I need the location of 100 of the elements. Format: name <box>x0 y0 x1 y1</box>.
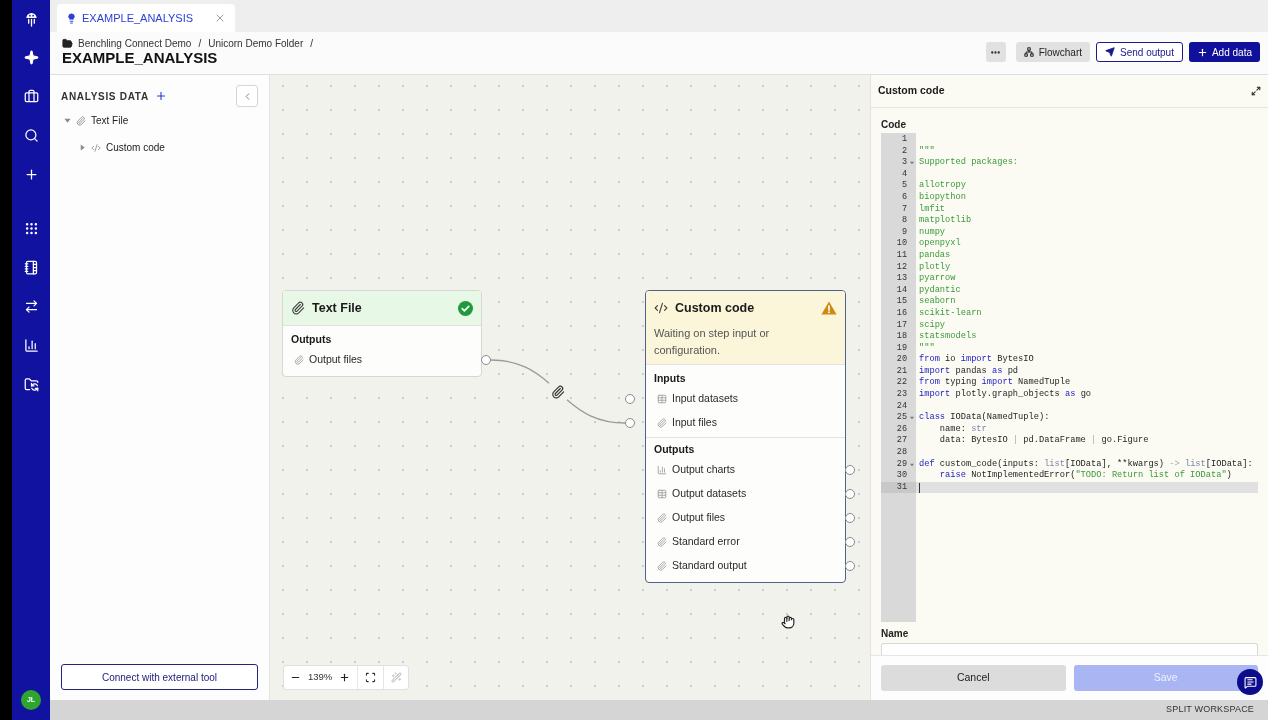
code-line: scipy <box>919 319 946 331</box>
caret-down-icon[interactable] <box>64 117 71 124</box>
connect-tool-button[interactable]: Connect with external tool <box>61 664 258 690</box>
bar-chart-icon[interactable] <box>23 338 39 353</box>
line-number: 7 <box>901 203 907 216</box>
grid-icon[interactable] <box>23 221 39 236</box>
code-icon <box>654 301 668 315</box>
code-line: seaborn <box>919 296 956 308</box>
code-line: import plotly.graph_objects as go <box>919 389 1092 401</box>
folder-sync-icon[interactable] <box>23 377 39 392</box>
line-number: 4 <box>901 168 907 181</box>
sparkle-icon[interactable] <box>23 50 39 65</box>
send-output-button[interactable]: Send output <box>1096 42 1183 62</box>
more-button[interactable] <box>985 42 1006 62</box>
logo-icon[interactable] <box>23 10 39 27</box>
chat-icon <box>1243 675 1257 689</box>
paperclip-icon <box>657 513 667 523</box>
briefcase-icon[interactable] <box>23 89 39 104</box>
tree-item[interactable]: Custom code <box>50 134 269 161</box>
port-handle[interactable] <box>625 418 635 428</box>
line-number: 1 <box>901 134 907 146</box>
line-number: 17 <box>896 319 907 332</box>
port-label: Standard error <box>672 534 740 550</box>
tree-item[interactable]: Text File <box>50 107 269 134</box>
breadcrumb-link[interactable]: Unicorn Demo Folder <box>208 35 304 51</box>
arrows-icon[interactable] <box>23 299 39 314</box>
code-line: pydantic <box>919 284 961 296</box>
node-message: Waiting on step input or configuration. <box>653 326 771 358</box>
code-line: from typing import NamedTuple <box>919 377 1071 389</box>
flowchart-button[interactable]: Flowchart <box>1015 42 1090 62</box>
paperclip-icon <box>291 301 305 315</box>
breadcrumb-link[interactable]: Benchling Connect Demo <box>78 35 192 51</box>
port-handle[interactable] <box>625 394 635 404</box>
code-line: Supported packages: <box>919 157 1019 169</box>
port-handle[interactable] <box>481 355 491 365</box>
code-icon <box>91 142 101 153</box>
add-data-button[interactable]: Add data <box>1188 42 1260 62</box>
port-label: Output charts <box>672 462 736 478</box>
node-title: Custom code <box>675 299 755 317</box>
notebook-icon[interactable] <box>23 260 39 275</box>
line-number: 27 <box>896 435 907 448</box>
code-line: name: str <box>938 423 987 435</box>
caret-right-icon[interactable] <box>79 144 86 151</box>
paperclip-icon <box>76 115 86 126</box>
close-icon[interactable] <box>214 12 226 24</box>
line-number: 23 <box>896 389 907 401</box>
line-number: 31 <box>896 481 907 494</box>
line-number: 25 <box>896 412 907 424</box>
section-heading: Inputs <box>654 371 686 387</box>
paperclip-icon <box>551 384 565 399</box>
line-number: 6 <box>901 191 907 204</box>
code-line: def custom_code(inputs: list[IOData], **kwargs) -> list[IOData]: <box>919 458 1253 470</box>
paperclip-icon <box>657 537 667 547</box>
paperclip-icon <box>657 561 667 571</box>
line-number: 15 <box>896 296 907 308</box>
field-label: Code <box>881 117 906 132</box>
port-handle[interactable] <box>845 489 855 499</box>
zoom-level: 139% <box>308 670 333 685</box>
port-handle[interactable] <box>845 465 855 475</box>
document-tab[interactable]: EXAMPLE_ANALYSIS <box>57 4 235 32</box>
plus-icon[interactable] <box>23 167 39 182</box>
code-line: pandas <box>919 249 951 262</box>
code-line: numpy <box>919 226 946 238</box>
line-number: 12 <box>896 261 907 274</box>
line-number: 24 <box>896 400 907 413</box>
table-icon <box>657 394 667 404</box>
status-label: SPLIT WORKSPACE <box>1166 703 1254 717</box>
zoom-in-icon[interactable] <box>339 672 351 683</box>
line-number: 16 <box>896 307 907 320</box>
line-number: 20 <box>896 354 907 366</box>
section-title: ANALYSIS DATA <box>61 89 149 104</box>
breadcrumb-separator: / <box>310 36 313 51</box>
line-number: 21 <box>896 365 907 378</box>
search-icon[interactable] <box>23 128 39 143</box>
line-number: 8 <box>901 215 907 227</box>
line-number: 5 <box>901 180 907 192</box>
code-line: class IOData(NamedTuple): <box>919 412 1050 424</box>
paperclip-icon <box>294 355 304 365</box>
port-handle[interactable] <box>845 537 855 547</box>
code-line: pyarrow <box>919 273 956 285</box>
code-line: openpyxl <box>919 238 961 250</box>
port-handle[interactable] <box>845 561 855 571</box>
expand-icon[interactable] <box>1251 86 1261 96</box>
code-line: """ <box>919 342 935 354</box>
port-label: Output datasets <box>672 486 747 502</box>
hand-cursor-icon <box>781 615 795 629</box>
line-number: 18 <box>896 331 907 343</box>
line-number: 11 <box>896 249 907 262</box>
code-line: allotropy <box>919 180 966 192</box>
code-line: biopython <box>919 191 966 204</box>
line-number: 26 <box>896 423 907 436</box>
fit-screen-icon[interactable] <box>365 672 377 683</box>
table-icon <box>657 489 667 499</box>
name-input[interactable] <box>881 643 1258 655</box>
code-line: lmfit <box>919 203 946 215</box>
cancel-button[interactable]: Cancel <box>881 665 1066 691</box>
port-label: Output files <box>672 510 726 526</box>
line-number: 19 <box>896 342 907 355</box>
bar-chart-icon <box>657 465 667 475</box>
port-handle[interactable] <box>845 513 855 523</box>
